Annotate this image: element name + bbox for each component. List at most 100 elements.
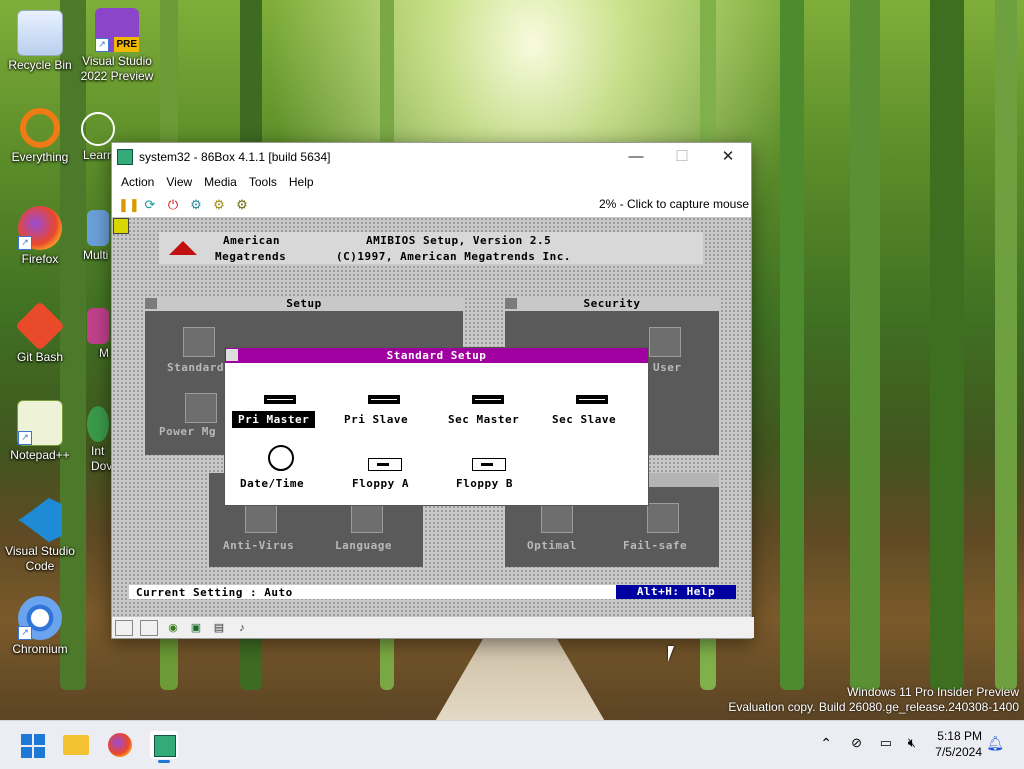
user-key-icon bbox=[649, 327, 681, 357]
network-offline-icon[interactable]: ⊘ bbox=[851, 735, 862, 751]
network-icon[interactable]: ▤ bbox=[211, 621, 227, 635]
watermark-edition: Windows 11 Pro Insider Preview bbox=[847, 685, 1019, 699]
desktop-icon-git-bash[interactable]: Git Bash bbox=[0, 301, 80, 365]
security-item-user[interactable]: User bbox=[653, 361, 682, 374]
app-icon bbox=[87, 406, 109, 442]
desktop-icon-label: Firefox bbox=[21, 252, 59, 266]
power-icon[interactable]: ⏻ bbox=[164, 196, 182, 214]
option-pri-slave[interactable]: Pri Slave bbox=[338, 411, 414, 428]
anti-virus-skull-icon bbox=[245, 503, 277, 533]
display-icon[interactable]: ▭ bbox=[880, 735, 892, 751]
close-button[interactable]: ✕ bbox=[705, 143, 751, 171]
window-titlebar[interactable]: system32 - 86Box 4.1.1 [build 5634] — ☐ … bbox=[112, 143, 751, 171]
bamboo-stalk bbox=[930, 0, 964, 690]
86box-icon[interactable] bbox=[150, 731, 178, 763]
volume-muted-icon[interactable]: 🔇︎ bbox=[908, 735, 916, 751]
sound-icon[interactable]: ♪ bbox=[234, 621, 250, 635]
setup-item-power[interactable]: Power Mg bbox=[159, 425, 216, 438]
file-explorer-icon[interactable] bbox=[63, 731, 91, 759]
settings-icon[interactable]: ⚙ bbox=[187, 196, 205, 214]
option-date-time[interactable]: Date/Time bbox=[234, 475, 310, 492]
settings-alt-icon[interactable]: ⚙ bbox=[210, 196, 228, 214]
panel-menu-icon bbox=[145, 298, 157, 309]
pause-icon[interactable]: ❚❚ bbox=[118, 196, 140, 214]
pre-badge: PRE bbox=[114, 37, 139, 52]
notification-bell-icon[interactable]: 🔔︎ bbox=[986, 735, 1004, 752]
maximize-button[interactable]: ☐ bbox=[659, 143, 705, 171]
desktop-icon-recycle-bin[interactable]: Recycle Bin bbox=[0, 10, 80, 73]
hard-disk-icon bbox=[368, 395, 400, 404]
floppy-icon[interactable] bbox=[140, 619, 158, 636]
toolbar: ❚❚ ⟳ ⏻ ⚙ ⚙ ⚙ 2% - Click to capture mouse bbox=[112, 193, 751, 217]
menu-bar: Action View Media Tools Help bbox=[112, 171, 751, 193]
hard-disk-icon bbox=[472, 395, 504, 404]
dialog-menu-icon bbox=[226, 349, 238, 361]
menu-tools[interactable]: Tools bbox=[243, 175, 283, 189]
option-floppy-b[interactable]: Floppy B bbox=[450, 475, 519, 492]
menu-view[interactable]: View bbox=[160, 175, 198, 189]
chevron-up-icon[interactable]: ⌃ bbox=[820, 735, 832, 752]
git-bash-icon bbox=[15, 301, 65, 351]
dialog-title: Standard Setup bbox=[386, 349, 487, 362]
banner-version: AMIBIOS Setup, Version 2.5 bbox=[366, 234, 552, 247]
desktop-icon-everything[interactable]: Everything bbox=[0, 108, 80, 165]
cdrom-icon[interactable]: ◉ bbox=[165, 621, 181, 635]
desktop-icon-int-dov[interactable]: Int Dov bbox=[77, 406, 111, 474]
desktop-icon-vscode[interactable]: Visual Studio Code bbox=[0, 498, 80, 574]
floppy-drive-icon bbox=[368, 458, 402, 471]
menu-media[interactable]: Media bbox=[198, 175, 243, 189]
mouse-capture-hint: 2% - Click to capture mouse bbox=[598, 197, 749, 211]
desktop-icon-label: Git Bash bbox=[16, 350, 64, 364]
windows-watermark: Windows 11 Pro Insider Preview Evaluatio… bbox=[728, 685, 1019, 715]
screen-menu-square bbox=[113, 218, 129, 234]
emulator-screen[interactable]: American AMIBIOS Setup, Version 2.5 Mega… bbox=[112, 217, 751, 617]
standard-setup-icon bbox=[183, 327, 215, 357]
cog-icon[interactable]: ⚙ bbox=[233, 196, 251, 214]
multi-app-icon bbox=[87, 210, 109, 246]
option-sec-master[interactable]: Sec Master bbox=[442, 411, 525, 428]
desktop-icon-chromium[interactable]: ↗ Chromium bbox=[0, 596, 80, 657]
shortcut-arrow-icon: ↗ bbox=[18, 236, 32, 250]
menu-action[interactable]: Action bbox=[115, 175, 160, 189]
hard-disk-icon bbox=[576, 395, 608, 404]
start-icon[interactable] bbox=[18, 731, 46, 759]
emulator-status-bar: ◉ ▣ ▤ ♪ bbox=[112, 617, 754, 638]
hard-disk-icon bbox=[264, 395, 296, 404]
desktop-icon-visual-studio[interactable]: ↗ PRE Visual Studio 2022 Preview bbox=[77, 8, 157, 84]
option-sec-slave[interactable]: Sec Slave bbox=[546, 411, 622, 428]
banner-copyright: (C)1997, American Megatrends Inc. bbox=[336, 250, 572, 263]
setup-item-standard[interactable]: Standard bbox=[167, 361, 224, 374]
firefox-icon[interactable] bbox=[106, 731, 134, 759]
desktop-icon-label: Recycle Bin bbox=[8, 58, 72, 72]
bamboo-stalk bbox=[850, 0, 880, 690]
desktop-icon-label: M bbox=[99, 346, 109, 360]
reset-icon[interactable]: ⟳ bbox=[141, 196, 159, 214]
default-item-fail-safe[interactable]: Fail-safe bbox=[623, 539, 687, 552]
firefox-icon: ↗ bbox=[18, 206, 62, 250]
option-floppy-a[interactable]: Floppy A bbox=[346, 475, 415, 492]
security-panel-title: Security bbox=[583, 297, 641, 310]
minimize-button[interactable]: — bbox=[613, 143, 659, 171]
86box-icon bbox=[117, 149, 133, 165]
emulator-window[interactable]: system32 - 86Box 4.1.1 [build 5634] — ☐ … bbox=[111, 142, 754, 639]
utility-item-anti-virus[interactable]: Anti-Virus bbox=[223, 539, 294, 552]
system-clock[interactable]: 5:18 PM 7/5/2024 bbox=[935, 728, 982, 760]
utility-item-language[interactable]: Language bbox=[335, 539, 392, 552]
desktop-icon-multi[interactable]: Multi bbox=[77, 210, 111, 263]
desktop-icon-firefox[interactable]: ↗ Firefox bbox=[0, 206, 80, 267]
bamboo-stalk bbox=[780, 0, 804, 690]
floppy-icon[interactable] bbox=[115, 619, 133, 636]
desktop-icon-m[interactable]: M bbox=[77, 308, 111, 361]
recycle-bin-icon bbox=[17, 10, 63, 56]
floppy-drive-icon bbox=[472, 458, 506, 471]
option-pri-master[interactable]: Pri Master bbox=[232, 411, 316, 428]
hdd-icon[interactable]: ▣ bbox=[188, 621, 204, 635]
clock-icon bbox=[268, 445, 294, 471]
chromium-icon: ↗ bbox=[18, 596, 62, 640]
desktop-icon-notepad-plus-plus[interactable]: ↗ Notepad++ bbox=[0, 400, 80, 463]
shortcut-arrow-icon: ↗ bbox=[18, 626, 32, 640]
default-item-optimal[interactable]: Optimal bbox=[527, 539, 577, 552]
current-setting: Current Setting : Auto bbox=[136, 586, 293, 599]
panel-menu-icon bbox=[505, 298, 517, 309]
menu-help[interactable]: Help bbox=[283, 175, 320, 189]
